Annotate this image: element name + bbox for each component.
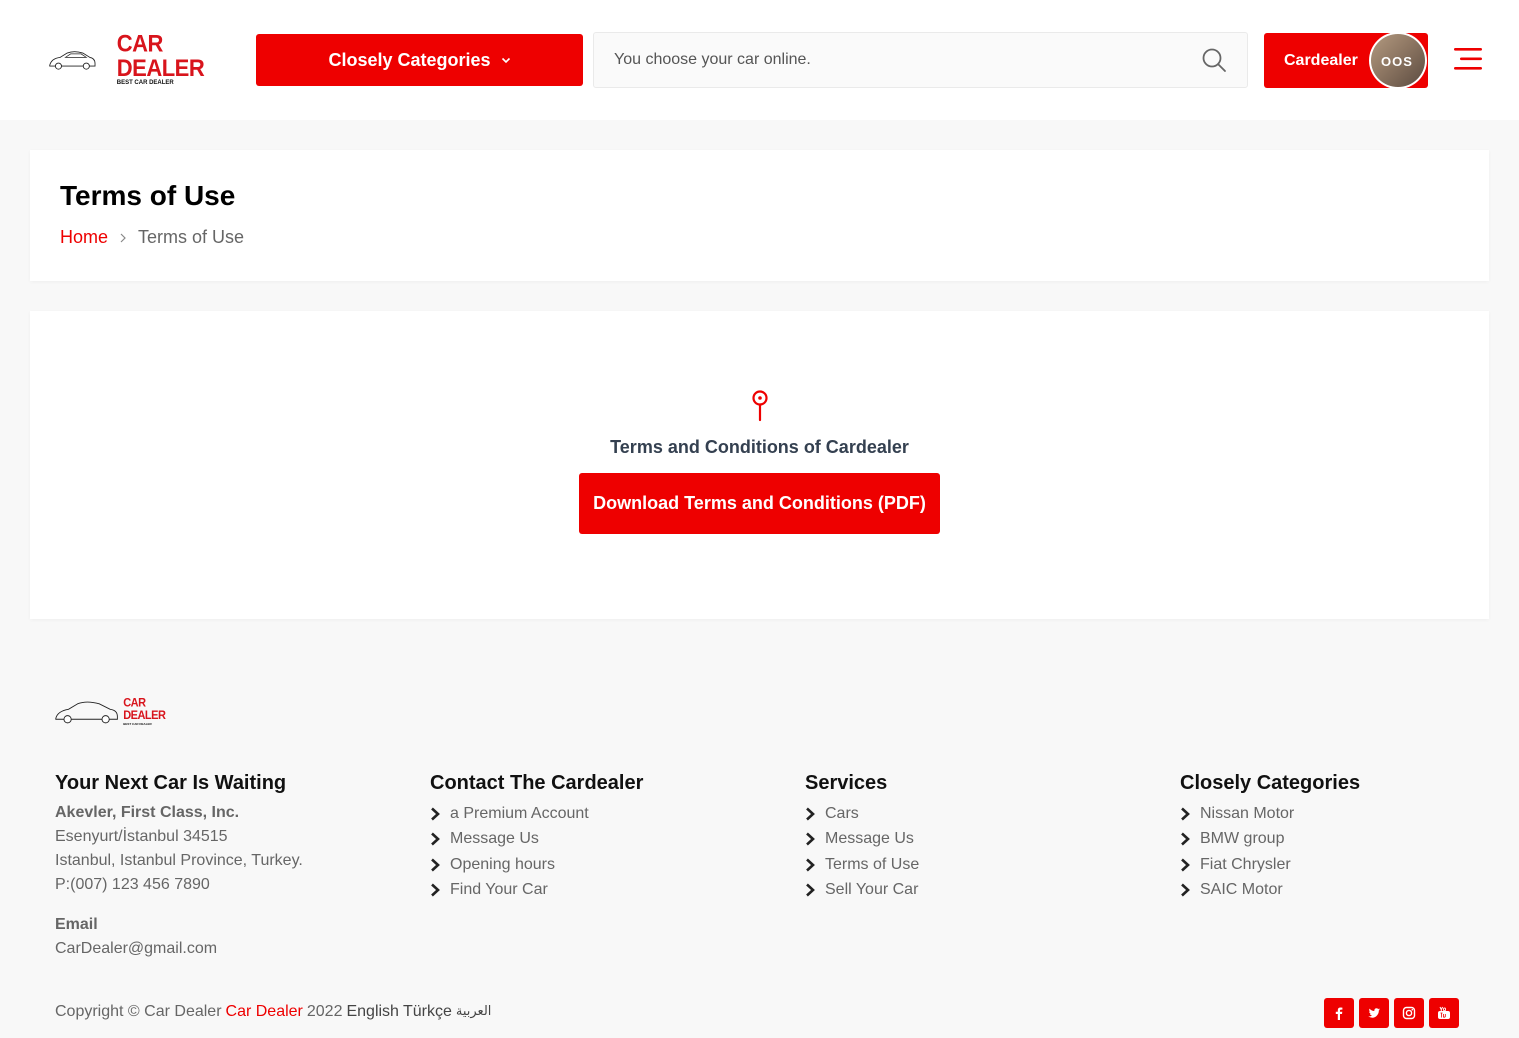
search-icon[interactable] [1201,47,1227,73]
chevron-right-icon [1181,807,1190,821]
breadcrumb-home-link[interactable]: Home [60,227,108,248]
terms-content-panel: Terms and Conditions of Cardealer Downlo… [30,311,1489,619]
footer-link[interactable]: Find Your Car [430,878,643,904]
language-arabic[interactable]: العربية [456,1003,492,1021]
terms-heading: Terms and Conditions of Cardealer [610,437,909,457]
address-line-1: Esenyurt/İstanbul 34515 [55,828,228,845]
phone-number: P:(007) 123 456 7890 [55,876,210,893]
footer-link[interactable]: Sell Your Car [805,878,919,904]
chevron-down-icon [501,57,510,64]
page-title-panel: Terms of Use Home Terms of Use [30,150,1489,281]
facebook-icon [1335,1007,1343,1020]
footer-col-title: Contact The Cardealer [430,772,644,794]
site-header: CAR DEALER BEST CAR DEALER Closely Categ… [0,0,1519,120]
footer-link[interactable]: a Premium Account [430,801,643,827]
address-line-2: Istanbul, Istanbul Province, Turkey. [55,852,303,869]
dealer-label: Cardealer [1284,51,1358,69]
youtube-icon [1438,1006,1450,1019]
company-name: Akevler, First Class, Inc. [55,804,240,821]
footer-col-title: Closely Categories [1180,772,1361,794]
chevron-right-icon [431,883,440,897]
footer-col-contact: Contact The Cardealer a Premium Account … [430,772,643,903]
language-english[interactable]: English [346,1003,398,1021]
facebook-button[interactable] [1324,998,1354,1028]
chevron-right-icon [806,858,815,872]
chevron-right-icon [806,883,815,897]
breadcrumb-current: Terms of Use [138,227,245,247]
footer-col-services: Services Cars Message Us Terms of Use Se… [805,772,919,903]
car-logo-icon [49,51,96,70]
footer-link[interactable]: Message Us [430,827,643,853]
email-address[interactable]: CarDealer@gmail.com [55,937,303,961]
footer-link[interactable]: Nissan Motor [1180,801,1360,827]
instagram-button[interactable] [1394,998,1424,1028]
logo-title: CAR DEALER [116,29,205,82]
footer-logo-text: CAR DEALER BEST CAR DEALER [123,696,184,726]
youtube-button[interactable] [1429,998,1459,1028]
footer-logo[interactable]: CAR DEALER BEST CAR DEALER [54,695,184,729]
footer-link[interactable]: Terms of Use [805,852,919,878]
chevron-right-icon [431,807,440,821]
categories-label: Closely Categories [328,49,491,70]
chevron-right-icon [120,233,126,242]
footer-col-categories: Closely Categories Nissan Motor BMW grou… [1180,772,1360,903]
chevron-right-icon [431,832,440,846]
twitter-button[interactable] [1359,998,1389,1028]
site-logo[interactable]: CAR DEALER BEST CAR DEALER [48,31,238,86]
logo-text: CAR DEALER BEST CAR DEALER [116,29,238,86]
chevron-right-icon [806,807,815,821]
chevron-right-icon [1181,832,1190,846]
footer-link[interactable]: Cars [805,801,919,827]
instagram-icon [1402,1006,1416,1020]
breadcrumb: Home Terms of Use [60,227,244,248]
copyright-link[interactable]: Car Dealer [226,1003,303,1021]
email-label: Email [55,916,98,933]
copyright-text: Copyright © Car Dealer [55,1003,222,1020]
footer-logo-subtitle: BEST CAR DEALER [123,721,152,726]
social-links [1324,998,1459,1028]
language-turkish[interactable]: Türkçe [403,1003,452,1021]
download-terms-pdf-button[interactable]: Download Terms and Conditions (PDF) [579,473,940,534]
chevron-right-icon [806,832,815,846]
chevron-right-icon [1181,883,1190,897]
footer-col-title: Your Next Car Is Waiting [55,772,287,794]
map-pin-icon [752,390,768,422]
footer-link[interactable]: BMW group [1180,827,1360,853]
footer-logo-title: CAR DEALER [123,696,166,722]
avatar[interactable]: OOS [1369,32,1427,89]
footer-link[interactable]: Message Us [805,827,919,853]
page-title: Terms of Use [60,180,236,211]
footer-link[interactable]: Opening hours [430,852,643,878]
search-bar [593,32,1248,88]
footer-link[interactable]: Fiat Chrysler [1180,852,1360,878]
avatar-text: OOS [1381,54,1413,69]
car-logo-icon [55,701,118,724]
hamburger-menu-icon[interactable] [1454,46,1482,72]
copyright-bar: Copyright © Car Dealer Car Dealer 2022 E… [55,1003,491,1021]
copyright-year: 2022 [306,1003,343,1020]
chevron-right-icon [431,858,440,872]
categories-dropdown-button[interactable]: Closely Categories [256,34,583,86]
chevron-right-icon [1181,858,1190,872]
search-input[interactable] [594,33,1184,87]
twitter-icon [1368,1008,1380,1018]
footer-link[interactable]: SAIC Motor [1180,878,1360,904]
footer-col-contact-info: Your Next Car Is Waiting Akevler, First … [55,772,303,961]
footer-col-title: Services [805,772,888,794]
